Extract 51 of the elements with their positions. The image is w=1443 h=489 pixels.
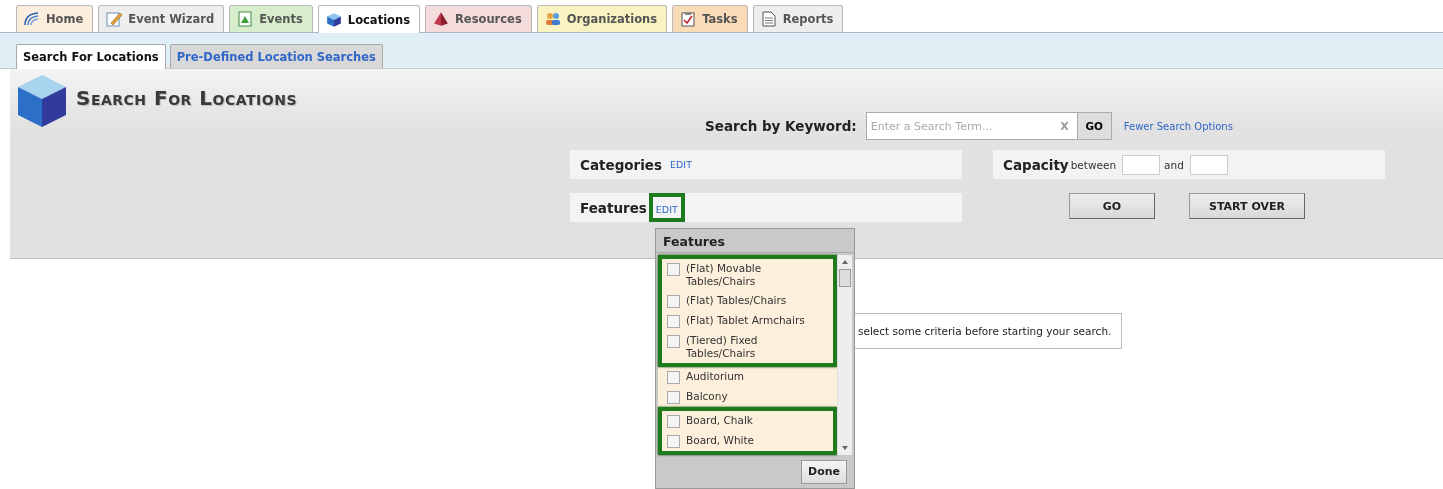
checkbox[interactable] — [667, 335, 680, 348]
scrollbar[interactable] — [837, 255, 852, 455]
nav-tab[interactable]: Locations — [317, 5, 420, 33]
nav-tab[interactable]: Home — [16, 5, 94, 32]
nav-tab[interactable]: Tasks — [672, 5, 748, 32]
nav-tab[interactable]: Organizations — [536, 5, 668, 32]
cube-icon — [325, 11, 342, 28]
checkbox[interactable] — [667, 371, 680, 384]
start-over-button[interactable]: START OVER — [1189, 193, 1305, 219]
criteria-label: Capacity — [1003, 156, 1069, 173]
nav-tab[interactable]: Events — [229, 5, 313, 32]
edit-link[interactable]: EDIT — [670, 159, 692, 170]
checkbox-item[interactable]: (Flat) Movable Tables/Chairs — [662, 259, 833, 291]
field-label: between — [1070, 158, 1117, 171]
edit-link[interactable]: EDIT — [655, 204, 678, 215]
pencil-icon — [106, 11, 123, 27]
link[interactable]: Fewer Search Options — [1123, 120, 1233, 132]
pyramid-icon — [433, 11, 449, 27]
popup-title: Features — [656, 229, 854, 253]
criteria-label: Features — [580, 199, 647, 216]
checkbox[interactable] — [667, 435, 680, 448]
checkbox[interactable] — [667, 391, 680, 404]
checkbox-item[interactable]: (Flat) Tables/Chairs — [662, 291, 833, 311]
page-icon — [760, 11, 777, 27]
criteria-label: Categories — [580, 156, 663, 173]
checkbox-item[interactable]: Balcony — [658, 387, 837, 407]
field-label: Search by Keyword: — [705, 118, 857, 134]
min-field[interactable] — [1122, 154, 1161, 175]
checkbox-item[interactable]: Auditorium — [658, 367, 837, 387]
done-button[interactable]: Done — [801, 459, 847, 484]
checkbox-item[interactable]: Board, White — [662, 431, 833, 451]
go-button[interactable]: GO — [1069, 193, 1155, 219]
clipboard-icon — [680, 11, 697, 27]
lines-icon — [24, 11, 40, 27]
nav-tab[interactable]: Resources — [425, 5, 532, 32]
checkbox[interactable] — [667, 415, 680, 428]
max-field[interactable] — [1189, 154, 1228, 175]
people-icon — [544, 11, 561, 27]
page-title: Search For Locations — [76, 86, 297, 110]
checkbox[interactable] — [667, 295, 680, 308]
sub-tab[interactable]: Pre-Defined Location Searches — [169, 44, 383, 68]
field-label: and — [1164, 158, 1184, 171]
go-button[interactable]: GO — [1077, 112, 1112, 140]
cube-icon — [16, 73, 68, 129]
document-icon — [237, 11, 254, 27]
checkbox[interactable] — [667, 263, 680, 276]
nav-tab[interactable]: Reports — [752, 5, 844, 32]
checkbox-item[interactable]: Board, Chalk — [662, 411, 833, 431]
nav-tab[interactable]: Event Wizard — [98, 5, 225, 32]
sub-tab[interactable]: Search For Locations — [16, 44, 166, 69]
checkbox[interactable] — [667, 315, 680, 328]
